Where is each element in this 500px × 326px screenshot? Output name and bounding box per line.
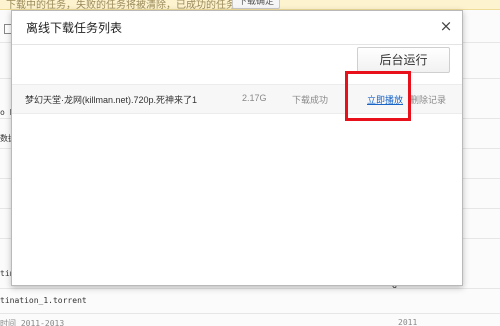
dialog-header: 离线下载任务列表 × (12, 11, 462, 45)
bg-text-fragment: 2011 (398, 318, 418, 326)
offline-download-dialog: 离线下载任务列表 × 后台运行 梦幻天堂·龙网(killman.net).720… (11, 10, 463, 286)
notice-button[interactable]: 下载确定 (232, 0, 280, 9)
task-size: 2.17G (242, 93, 267, 103)
delete-record-link[interactable]: 删除记录 (410, 93, 446, 106)
dialog-title: 离线下载任务列表 (26, 21, 123, 35)
list-divider (0, 313, 500, 314)
close-icon[interactable]: × (438, 17, 454, 35)
list-divider (0, 288, 500, 289)
task-name: 梦幻天堂·龙网(killman.net).720p.死神来了1 (25, 95, 198, 105)
run-in-background-button[interactable]: 后台运行 (357, 47, 450, 73)
bg-text-fragment: 时间 2011-2013 (0, 319, 65, 326)
notice-bar: 下载中的任务，失败的任务将被清除，已成功的任务保留 下载确定 (0, 0, 500, 11)
task-status: 下载成功 (292, 95, 329, 105)
highlight-annotation-box (345, 71, 411, 121)
bg-text-fragment: tination_1.torrent (0, 296, 87, 305)
